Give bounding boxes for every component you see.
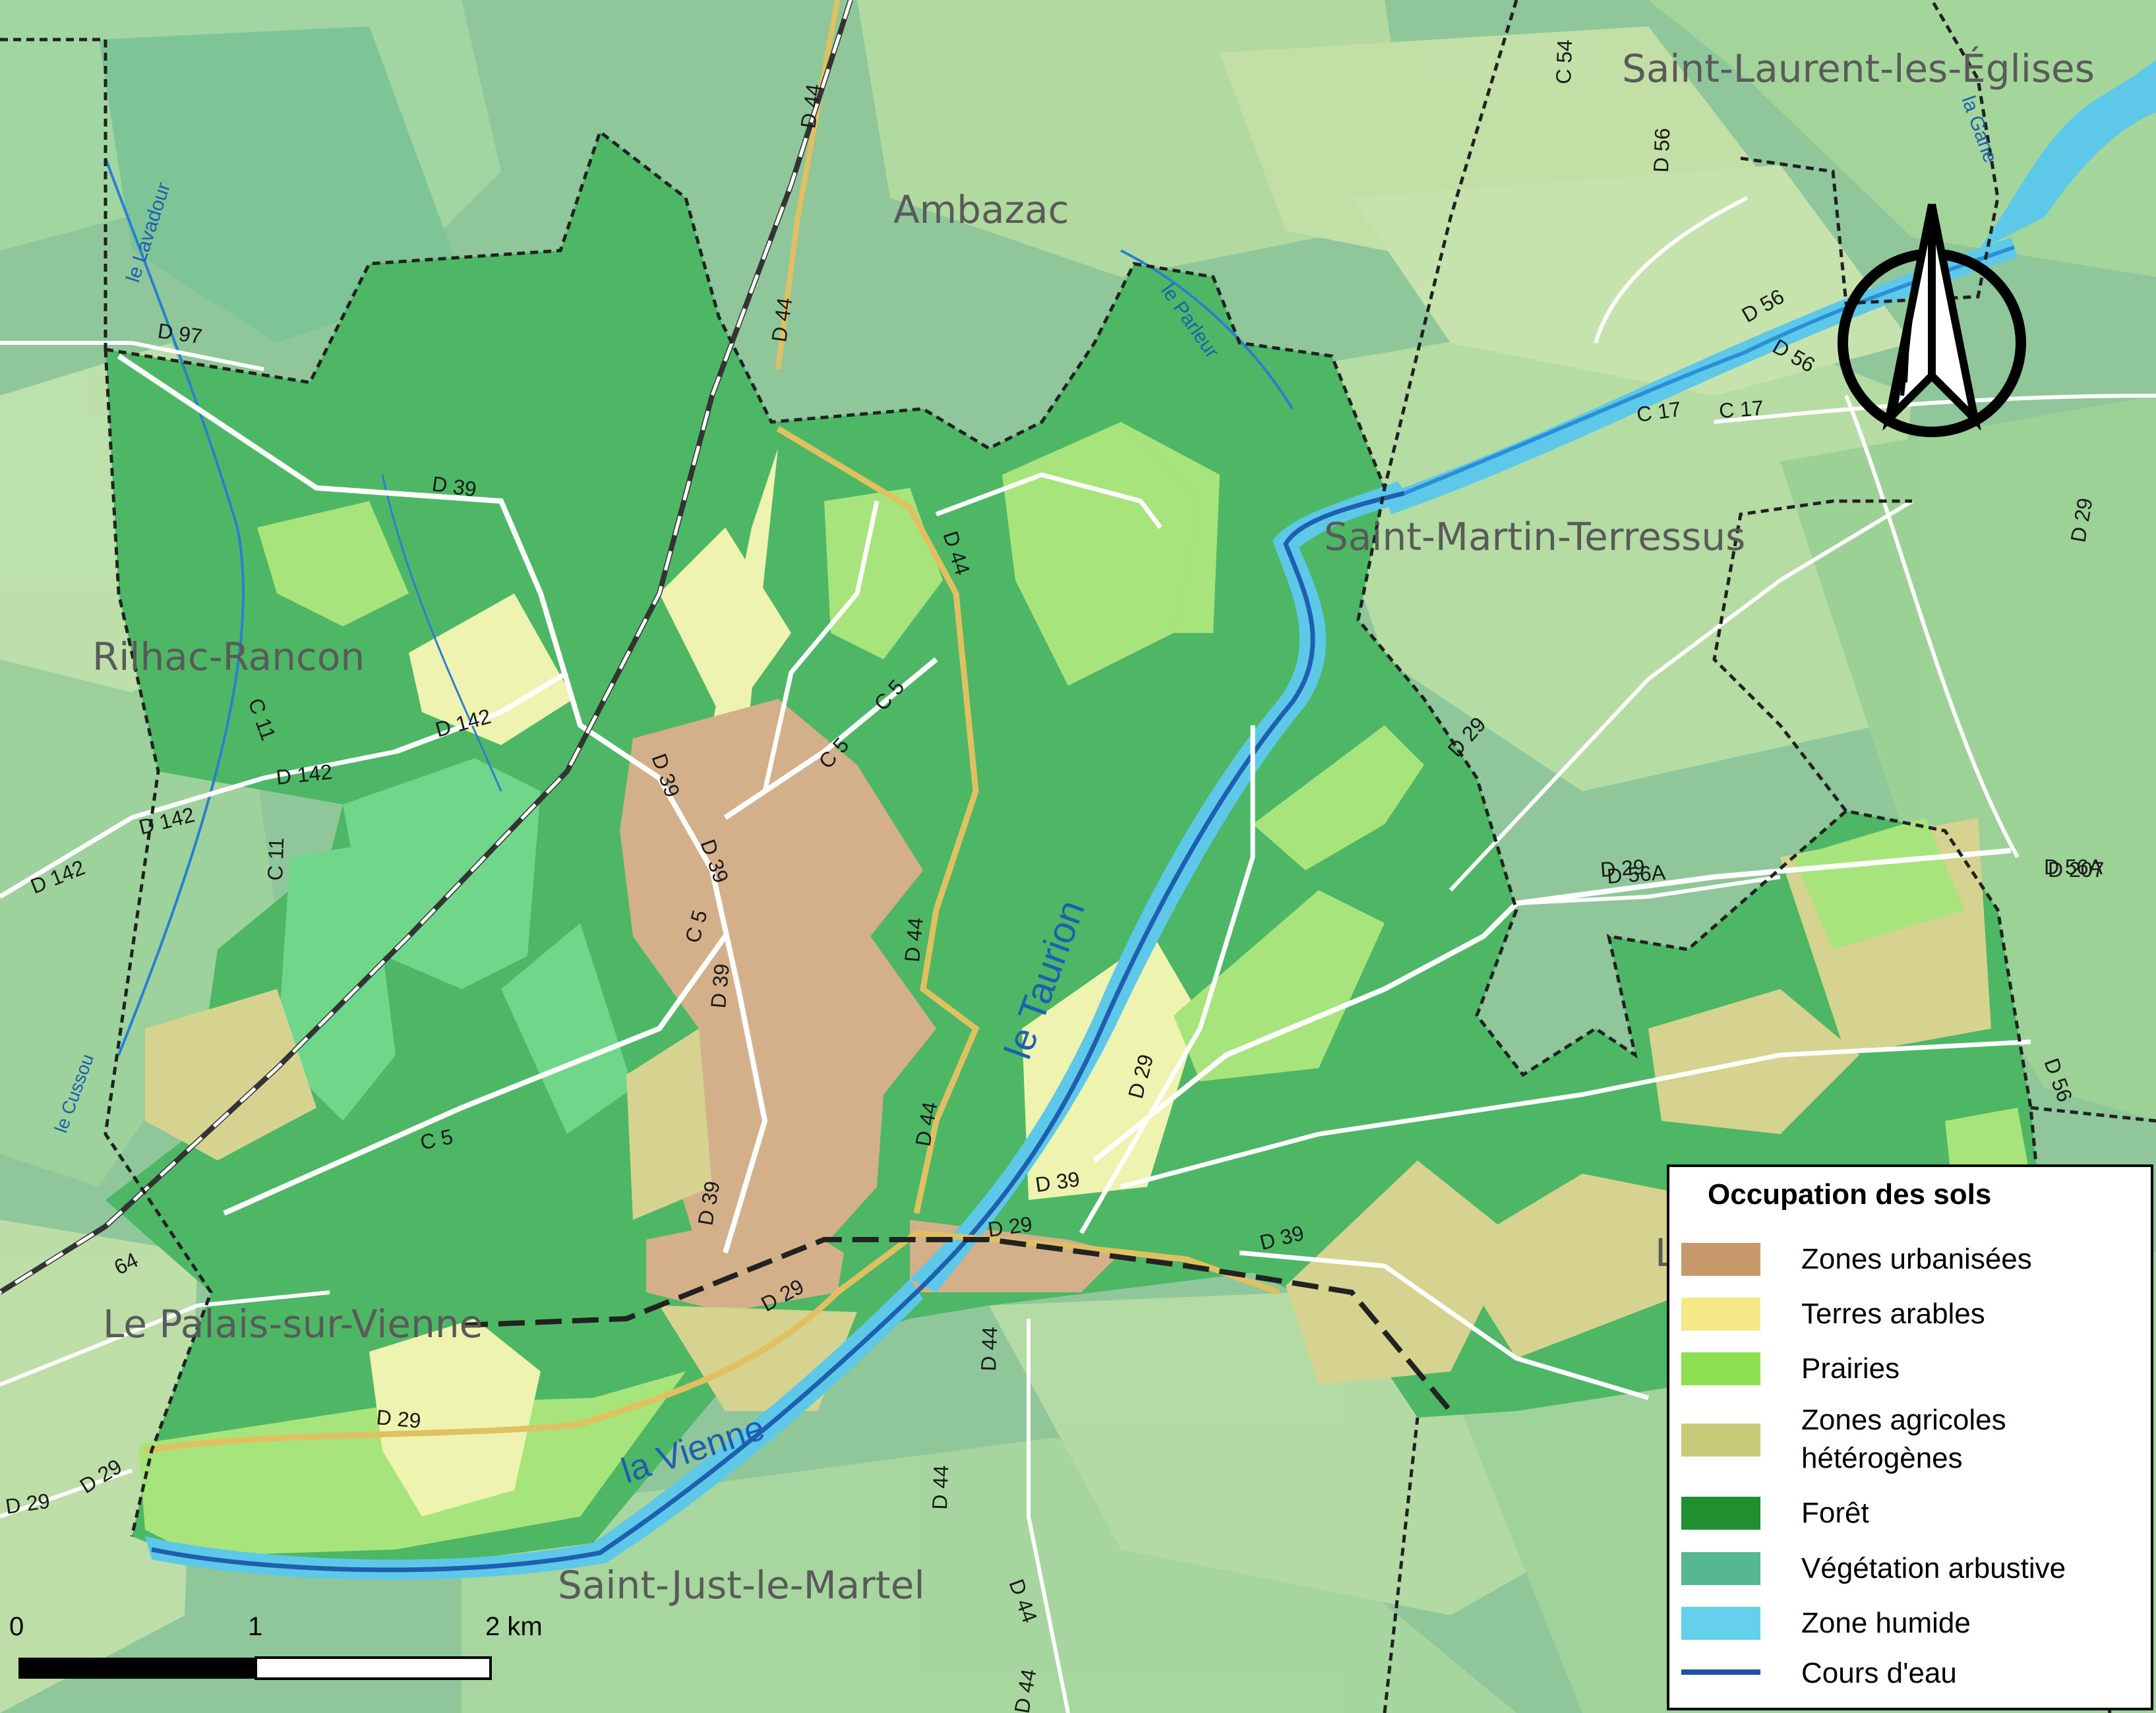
road-label: D 44 — [900, 917, 928, 963]
legend-label-meadow: Prairies — [1801, 1352, 1900, 1385]
legend-label-arable: Terres arables — [1801, 1298, 1985, 1330]
legend-label-watercourse: Cours d'eau — [1801, 1657, 1957, 1689]
place-saint-martin: Saint-Martin-Terressus — [1324, 514, 1745, 559]
legend-swatch-forest — [1681, 1497, 1760, 1530]
legend-swatch-arable — [1681, 1298, 1760, 1331]
legend-label-heterogeneous-line1: Zones agricoles — [1801, 1404, 2006, 1436]
scale-bar-light-segment — [255, 1656, 492, 1680]
scale-label-2: 2 km — [485, 1612, 543, 1641]
road-label: C 11 — [263, 837, 288, 881]
legend-label-heterogeneous-line2: hétérogènes — [1801, 1442, 1963, 1474]
legend-swatch-heterogeneous — [1681, 1424, 1760, 1457]
road-label: C 17 — [1718, 396, 1764, 423]
road-label: D 29 — [375, 1405, 421, 1433]
legend-swatch-wetland — [1681, 1607, 1760, 1640]
scale-label-1: 1 — [248, 1612, 262, 1641]
legend-swatch-urban — [1681, 1243, 1760, 1276]
scale-bar-dark-segment — [18, 1658, 256, 1679]
place-saint-laurent: Saint-Laurent-les-Églises — [1622, 45, 2095, 91]
place-palais: Le Palais-sur-Vienne — [103, 1302, 483, 1346]
road-label: D 44 — [928, 1464, 953, 1510]
legend-label-wetland: Zone humide — [1801, 1607, 1971, 1639]
legend: Occupation des sols Zones urbanisées Ter… — [1667, 1164, 2153, 1710]
road-label: C 54 — [1551, 39, 1576, 84]
road-label: D 56A — [1606, 860, 1667, 888]
road-label: D 44 — [976, 1326, 1002, 1371]
legend-label-shrub: Végétation arbustive — [1801, 1552, 2066, 1584]
place-ambazac: Ambazac — [893, 187, 1069, 232]
place-rilhac: Rilhac-Rancon — [92, 634, 365, 679]
land-use-map: Saint-Laurent-les-Églises Ambazac Saint-… — [0, 0, 2156, 1713]
scale-label-0: 0 — [9, 1612, 24, 1641]
road-label: D 207 — [2048, 858, 2104, 882]
road-label: D 39 — [706, 963, 734, 1009]
legend-title: Occupation des sols — [1708, 1178, 1991, 1211]
legend-swatch-meadow — [1681, 1352, 1760, 1385]
legend-label-forest: Forêt — [1801, 1497, 1869, 1529]
legend-swatch-shrub — [1681, 1552, 1760, 1585]
legend-label-urban: Zones urbanisées — [1801, 1243, 2032, 1275]
place-saint-just: Saint-Just-le-Martel — [558, 1563, 925, 1608]
road-label: D 56 — [1649, 127, 1674, 173]
